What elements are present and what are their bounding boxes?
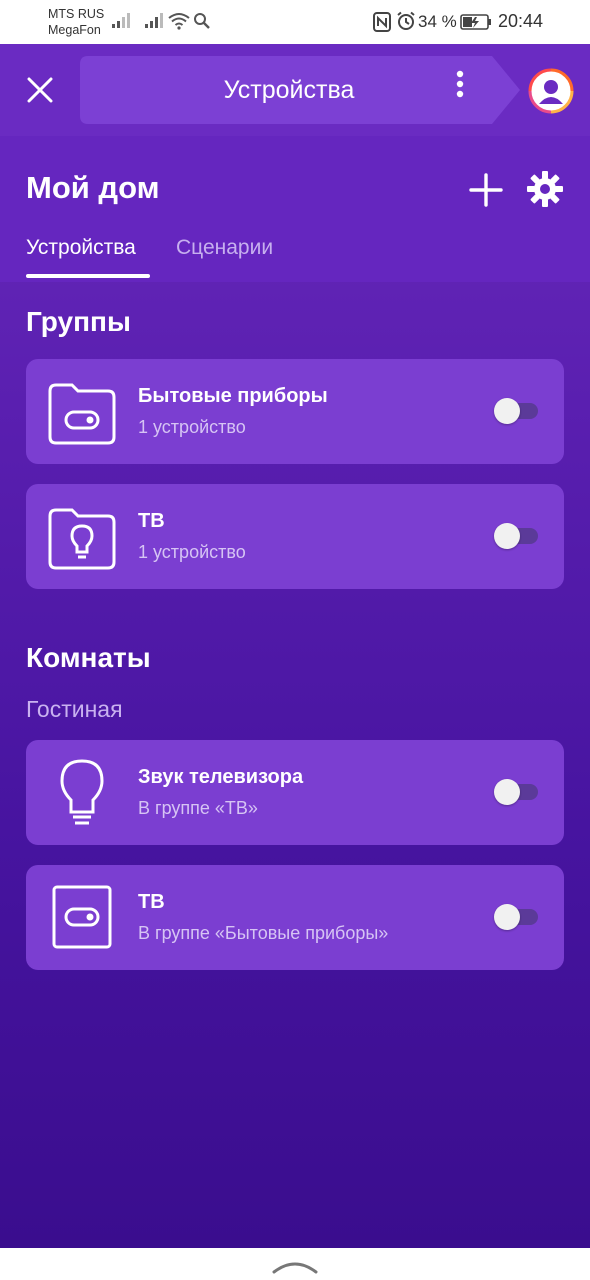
app-screen: Устройства Мой дом Устройства Сценарии Г… <box>0 44 590 1248</box>
user-avatar-icon <box>528 68 574 114</box>
add-button[interactable] <box>466 170 506 210</box>
carrier-2: MegaFon <box>48 23 101 37</box>
settings-button[interactable] <box>524 168 566 210</box>
chevron-up-icon <box>272 1262 318 1274</box>
active-tab-indicator <box>26 274 150 278</box>
top-bar: Устройства <box>0 44 590 136</box>
more-menu-button[interactable] <box>456 70 492 110</box>
avatar[interactable] <box>528 68 574 114</box>
nfc-icon <box>373 12 391 32</box>
groups-section-title: Группы <box>26 306 131 337</box>
folder-switch-icon <box>48 383 116 445</box>
swipe-up-handle[interactable] <box>270 1256 320 1276</box>
close-icon <box>27 77 53 103</box>
folder-bulb-icon <box>48 508 116 570</box>
device-card[interactable]: ТВ В группе «Бытовые приборы» <box>26 865 564 970</box>
close-button[interactable] <box>18 68 62 112</box>
group-device-count: 1 устройство <box>138 417 246 437</box>
group-device-count: 1 устройство <box>138 542 246 562</box>
rooms-section-title: Комнаты <box>26 642 151 673</box>
system-nav-bar <box>0 1248 590 1280</box>
device-group: В группе «Бытовые приборы» <box>138 923 389 943</box>
group-card[interactable]: ТВ 1 устройство <box>26 484 564 589</box>
gear-icon <box>527 171 563 207</box>
bulb-icon <box>60 759 104 825</box>
device-group: В группе «ТВ» <box>138 798 258 818</box>
group-toggle[interactable] <box>494 522 538 550</box>
group-name: Бытовые приборы <box>138 385 328 407</box>
device-name: ТВ <box>138 891 165 913</box>
status-bar: MTS RUS MegaFon 34 % 20:44 <box>0 0 590 44</box>
wifi-icon <box>168 13 190 30</box>
device-card[interactable]: Звук телевизора В группе «ТВ» <box>26 740 564 845</box>
status-time: 20:44 <box>498 11 544 31</box>
battery-icon <box>460 14 491 30</box>
room-name: Гостиная <box>26 696 123 722</box>
search-status-icon <box>194 13 210 29</box>
signal-icon <box>145 12 163 28</box>
socket-switch-icon <box>52 885 112 949</box>
toggle-knob <box>494 904 520 930</box>
home-header: Мой дом Устройства Сценарии <box>0 136 590 282</box>
device-toggle[interactable] <box>494 903 538 931</box>
title-pill[interactable]: Устройства <box>80 56 520 124</box>
signal-icon <box>112 12 130 28</box>
more-vertical-icon <box>456 70 464 98</box>
home-title: Мой дом <box>26 170 160 205</box>
toggle-knob <box>494 779 520 805</box>
tab-scenarios[interactable]: Сценарии <box>176 236 273 260</box>
group-toggle[interactable] <box>494 397 538 425</box>
alarm-icon <box>397 11 415 30</box>
device-toggle[interactable] <box>494 778 538 806</box>
carrier-1: MTS RUS <box>48 7 105 21</box>
carrier-names: MTS RUS MegaFon <box>48 6 104 38</box>
page-title: Устройства <box>223 75 355 104</box>
device-name: Звук телевизора <box>138 766 304 788</box>
battery-percent: 34 % <box>418 12 457 31</box>
toggle-knob <box>494 523 520 549</box>
group-card[interactable]: Бытовые приборы 1 устройство <box>26 359 564 464</box>
group-name: ТВ <box>138 510 165 532</box>
tab-devices[interactable]: Устройства <box>26 236 136 260</box>
plus-icon <box>469 173 503 207</box>
toggle-knob <box>494 398 520 424</box>
